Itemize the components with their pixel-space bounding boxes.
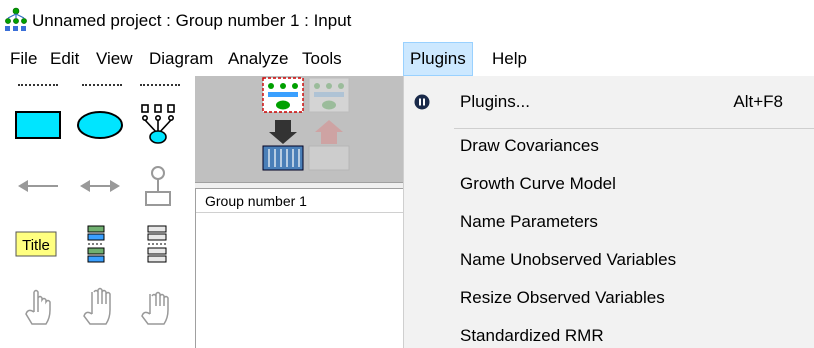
group-list-item[interactable]: Group number 1 bbox=[196, 189, 404, 213]
toolbar-separator bbox=[140, 84, 180, 87]
draw-path-icon[interactable] bbox=[10, 158, 66, 214]
menu-view[interactable]: View bbox=[90, 42, 139, 76]
menu-item-label: Growth Curve Model bbox=[460, 174, 616, 193]
menu-item-shortcut: Alt+F8 bbox=[733, 92, 783, 111]
select-one-object-icon[interactable] bbox=[10, 280, 66, 336]
title-bar: Unnamed project : Group number 1 : Input bbox=[0, 0, 814, 40]
menu-item-name-unobserved-variables[interactable]: Name Unobserved Variables bbox=[404, 242, 814, 278]
menu-help[interactable]: Help bbox=[486, 42, 533, 76]
view-toggle-panel bbox=[195, 76, 403, 182]
figure-caption-icon[interactable]: Title bbox=[10, 218, 66, 274]
plugins-icon bbox=[414, 94, 430, 110]
menu-item-standardized-rmr[interactable]: Standardized RMR bbox=[404, 318, 814, 348]
toolbar-separator bbox=[82, 84, 122, 87]
plugins-dropdown-menu: Plugins... Alt+F8 Draw Covariances Growt… bbox=[403, 76, 814, 348]
add-unique-variable-icon[interactable] bbox=[130, 158, 186, 214]
menu-item-label: Draw Covariances bbox=[460, 136, 599, 155]
menu-analyze[interactable]: Analyze bbox=[222, 42, 294, 76]
menu-tools[interactable]: Tools bbox=[296, 42, 348, 76]
toolbar-separator bbox=[18, 84, 58, 87]
menu-bar: File Edit View Diagram Analyze Tools Plu… bbox=[0, 42, 814, 76]
draw-observed-variable-icon[interactable] bbox=[10, 96, 66, 152]
menu-item-label: Plugins... bbox=[460, 92, 530, 111]
select-all-objects-icon[interactable] bbox=[72, 280, 128, 336]
toolbox: Title bbox=[0, 76, 195, 348]
menu-item-growth-curve-model[interactable]: Growth Curve Model bbox=[404, 166, 814, 202]
menu-edit[interactable]: Edit bbox=[44, 42, 85, 76]
draw-latent-variable-indicators-icon[interactable] bbox=[130, 96, 186, 152]
list-variables-in-dataset-icon[interactable] bbox=[130, 218, 186, 274]
menu-item-plugins[interactable]: Plugins... Alt+F8 bbox=[404, 84, 814, 120]
menu-item-resize-observed-variables[interactable]: Resize Observed Variables bbox=[404, 280, 814, 316]
groups-panel: Group number 1 bbox=[195, 188, 404, 348]
view-output-path-diagram-icon[interactable] bbox=[307, 76, 351, 172]
amos-app-icon bbox=[3, 7, 29, 33]
menu-item-name-parameters[interactable]: Name Parameters bbox=[404, 204, 814, 240]
deselect-all-objects-icon[interactable] bbox=[130, 280, 186, 336]
view-input-path-diagram-icon[interactable] bbox=[261, 76, 305, 172]
menu-item-label: Name Parameters bbox=[460, 212, 598, 231]
figure-caption-label: Title bbox=[22, 237, 50, 254]
menu-item-label: Name Unobserved Variables bbox=[460, 250, 677, 269]
window-title: Unnamed project : Group number 1 : Input bbox=[32, 11, 352, 30]
menu-item-label: Standardized RMR bbox=[460, 326, 604, 345]
menu-item-draw-covariances[interactable]: Draw Covariances bbox=[404, 128, 814, 164]
draw-unobserved-variable-icon[interactable] bbox=[72, 96, 128, 152]
menu-plugins[interactable]: Plugins bbox=[403, 42, 473, 76]
draw-covariance-icon[interactable] bbox=[72, 158, 128, 214]
menu-file[interactable]: File bbox=[4, 42, 43, 76]
menu-diagram[interactable]: Diagram bbox=[143, 42, 219, 76]
list-variables-in-model-icon[interactable] bbox=[72, 218, 128, 274]
menu-item-label: Resize Observed Variables bbox=[460, 288, 665, 307]
